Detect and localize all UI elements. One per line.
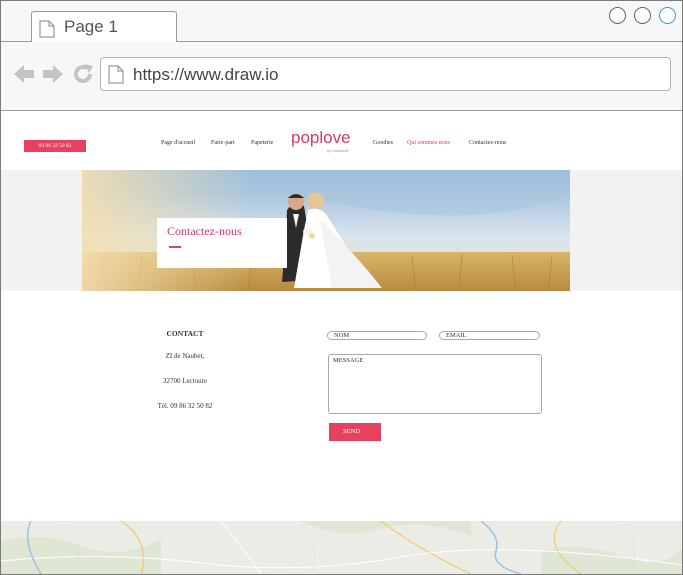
name-field-placeholder: NOM [334, 332, 350, 339]
tab-label: Page 1 [64, 17, 118, 36]
message-field-placeholder: MESSAGE [333, 357, 364, 364]
menu-item-contactez-nous[interactable]: Contactez-nous [469, 140, 506, 146]
url-text: https://www.draw.io [133, 65, 279, 84]
site-header: 09 86 32 50 82 Page d'accueil Faire-part… [1, 111, 682, 170]
address-bar[interactable]: https://www.draw.io [100, 57, 671, 91]
menu-item-qui-sommes-nous[interactable]: Qui sommes nous [407, 140, 450, 146]
navigation-bar: https://www.draw.io [1, 42, 682, 111]
minimize-button[interactable] [609, 7, 626, 24]
document-icon [39, 20, 55, 38]
contact-address-line2: 32700 Lectoure [162, 377, 208, 385]
contact-address-line1: ZI de Naubet, [165, 352, 205, 360]
contact-heading: CONTACT [166, 329, 204, 338]
contact-phone: Tél. 09 86 32 50 82 [157, 402, 213, 410]
phone-badge[interactable]: 09 86 32 50 82 [24, 140, 86, 152]
menu-item-faire-part[interactable]: Faire-part [211, 140, 235, 146]
browser-window: Page 1 https://www.draw.io 09 86 32 50 8… [0, 0, 683, 575]
logo-text: poplove [291, 128, 351, 147]
email-field[interactable]: EMAIL [439, 331, 540, 340]
tab-bar: Page 1 [1, 1, 682, 43]
logo-subtext: by Ivoiresoft [327, 148, 349, 153]
hero-title-card: Contactez-nous [157, 218, 287, 268]
hero-title: Contactez-nous [167, 224, 242, 238]
back-arrow-icon[interactable] [12, 62, 36, 86]
send-button[interactable]: SEND [329, 423, 381, 441]
menu-item-goodies[interactable]: Goodies [373, 140, 393, 146]
wedding-couple-image [82, 170, 570, 291]
poplove-logo[interactable]: poplove by Ivoiresoft [291, 119, 361, 155]
refresh-icon[interactable] [71, 62, 95, 86]
forward-arrow-icon[interactable] [41, 62, 65, 86]
message-field[interactable]: MESSAGE [328, 354, 542, 414]
maximize-button[interactable] [634, 7, 651, 24]
name-field[interactable]: NOM [327, 331, 427, 340]
menu-item-papeterie[interactable]: Papeterie [251, 140, 273, 146]
hero-title-underline [169, 246, 181, 248]
menu-item-home[interactable]: Page d'accueil [161, 140, 195, 146]
tab-page-1[interactable]: Page 1 [31, 11, 177, 43]
email-field-placeholder: EMAIL [446, 332, 467, 339]
close-button[interactable] [659, 7, 676, 24]
page-icon [108, 65, 124, 84]
location-map[interactable] [1, 521, 682, 574]
